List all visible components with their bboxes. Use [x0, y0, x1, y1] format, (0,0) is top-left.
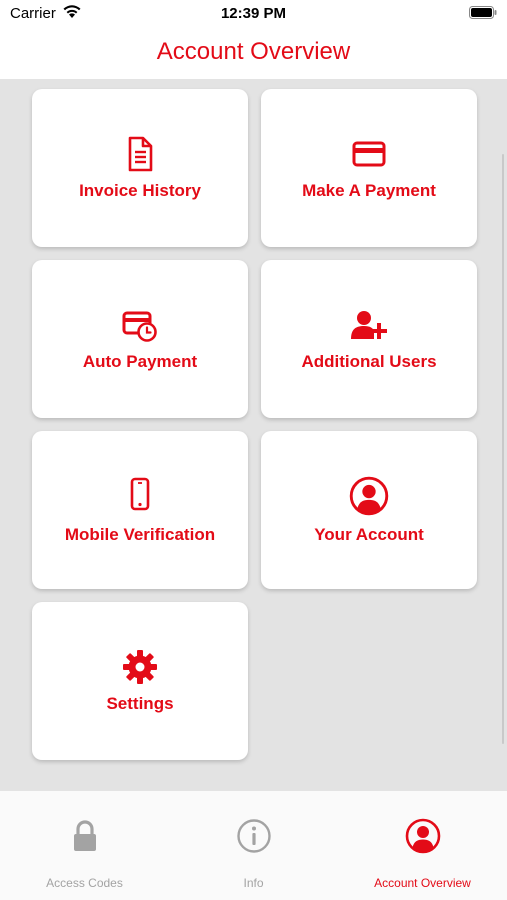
tile-label: Make A Payment: [302, 180, 436, 200]
tab-account-overview[interactable]: Account Overview: [338, 791, 507, 900]
mobile-verification-tile[interactable]: Mobile Verification: [32, 431, 248, 589]
tab-label: Account Overview: [374, 876, 471, 890]
settings-tile[interactable]: Settings: [32, 602, 248, 760]
additional-users-tile[interactable]: Additional Users: [261, 260, 477, 418]
tile-label: Invoice History: [79, 180, 201, 200]
tab-label: Info: [243, 876, 264, 890]
tab-access-codes[interactable]: Access Codes: [0, 791, 169, 900]
auto-payment-tile[interactable]: Auto Payment: [32, 260, 248, 418]
lock-icon: [73, 820, 96, 851]
gear-icon: [123, 649, 157, 684]
mobile-phone-icon: [130, 477, 150, 510]
tab-bar: Access Codes Info Account Overview: [0, 791, 507, 900]
tile-label: Settings: [106, 693, 174, 713]
invoice-icon: [128, 136, 153, 171]
scroll-indicator[interactable]: [502, 154, 504, 744]
tile-label: Mobile Verification: [64, 524, 216, 544]
battery-icon: [469, 6, 497, 19]
tab-label: Access Codes: [46, 876, 123, 890]
user-circle-icon: [349, 476, 389, 515]
tab-info[interactable]: Info: [169, 791, 338, 900]
info-icon: [236, 819, 271, 853]
tile-grid: Invoice History Make A Payment Auto Paym…: [0, 79, 507, 791]
status-bar: Carrier 12:39 PM: [0, 0, 507, 28]
tile-label: Your Account: [314, 524, 424, 544]
credit-card-icon: [352, 141, 386, 166]
user-circle-icon: [405, 818, 440, 854]
make-a-payment-tile[interactable]: Make A Payment: [261, 89, 477, 247]
invoice-history-tile[interactable]: Invoice History: [32, 89, 248, 247]
tile-label: Additional Users: [301, 351, 437, 371]
status-time: 12:39 PM: [220, 5, 287, 22]
tile-label: Auto Payment: [82, 351, 198, 371]
add-user-icon: [351, 310, 387, 339]
auto-payment-icon: [122, 311, 157, 342]
navigation-header: Account Overview: [0, 28, 507, 79]
page-title: Account Overview: [156, 38, 351, 65]
your-account-tile[interactable]: Your Account: [261, 431, 477, 589]
